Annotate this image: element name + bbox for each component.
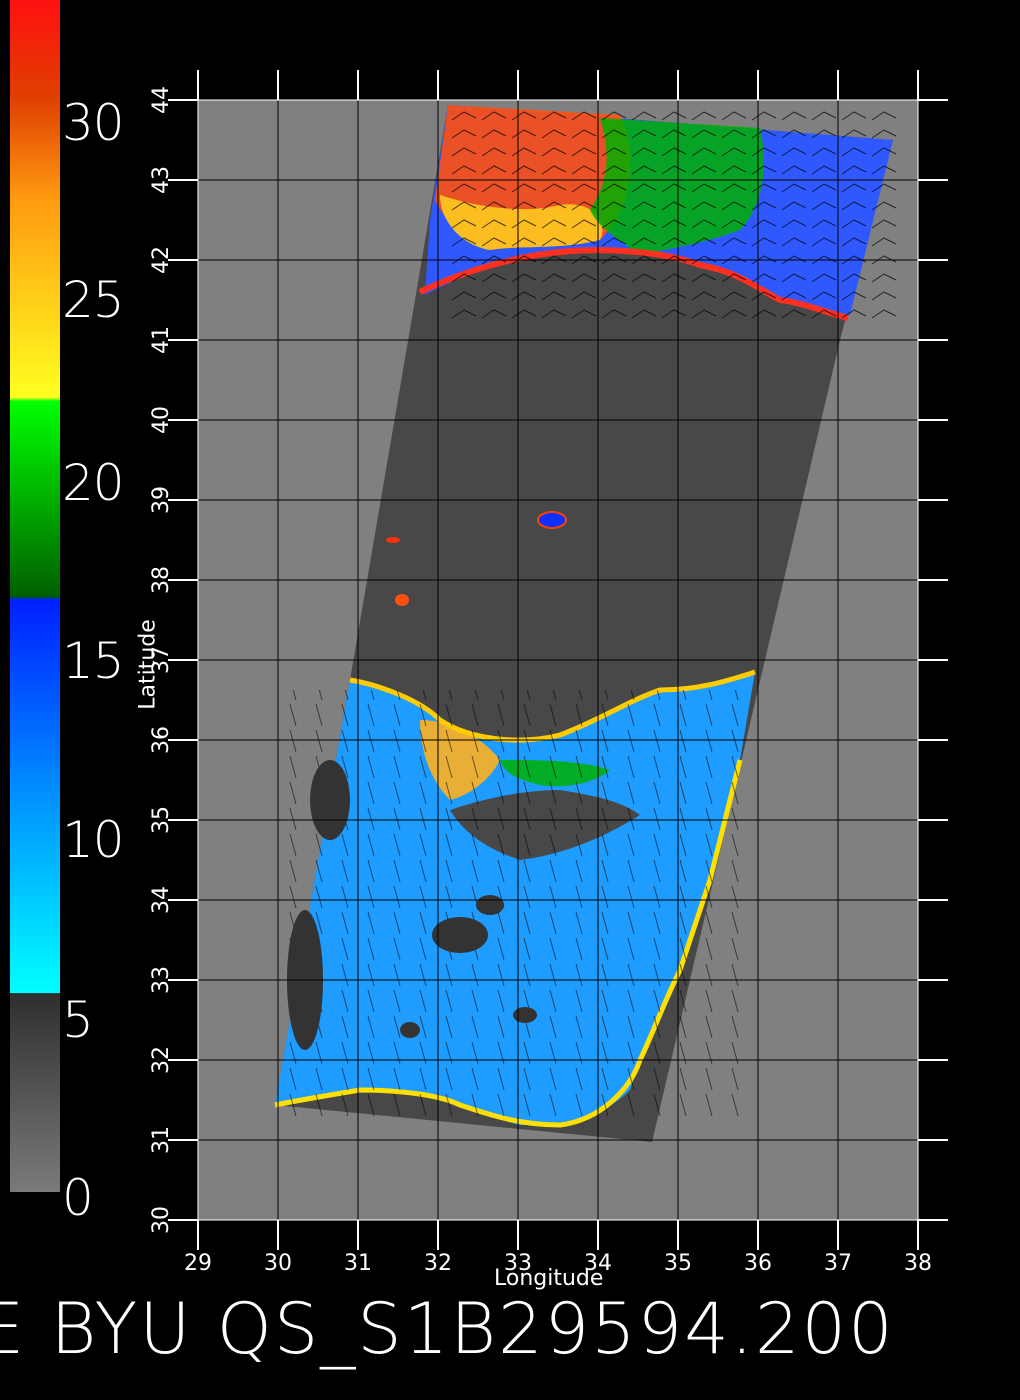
lon-tick-label-36: 36 [744,1251,772,1276]
lon-tick-label-37: 37 [824,1251,852,1276]
lat-tick-label-33: 33 [149,966,174,994]
lat-tick-label-40: 40 [149,406,174,434]
lon-tick-label-32: 32 [424,1251,452,1276]
lat-tick-label-38: 38 [149,566,174,594]
y-axis-label: Latitude [135,619,161,710]
lon-tick-label-31: 31 [344,1251,372,1276]
lat-tick-label-39: 39 [149,486,174,514]
footer-title: E BYU QS_S1B29594.200 [0,1288,895,1370]
lat-tick-label-36: 36 [149,726,174,754]
lat-tick-label-30: 30 [149,1206,174,1234]
figure: 30 25 20 15 10 5 0 29 30 31 32 33 34 35 … [0,0,1020,1400]
lat-tick-label-34: 34 [149,886,174,914]
lat-tick-label-42: 42 [149,246,174,274]
lon-tick-label-35: 35 [664,1251,692,1276]
lat-tick-label-31: 31 [149,1126,174,1154]
lon-tick-label-38: 38 [904,1251,932,1276]
lat-tick-label-41: 41 [149,326,174,354]
lon-tick-label-30: 30 [264,1251,292,1276]
lat-tick-label-43: 43 [149,166,174,194]
lake-small-1 [386,537,400,543]
lat-tick-label-32: 32 [149,1046,174,1074]
lat-tick-label-35: 35 [149,806,174,834]
lake-small-2 [395,594,409,606]
med-barbs [280,690,750,1120]
black-sea-barbs [448,105,898,325]
lake-tuz [537,511,567,529]
lon-tick-label-29: 29 [184,1251,212,1276]
lat-tick-label-44: 44 [149,86,174,114]
